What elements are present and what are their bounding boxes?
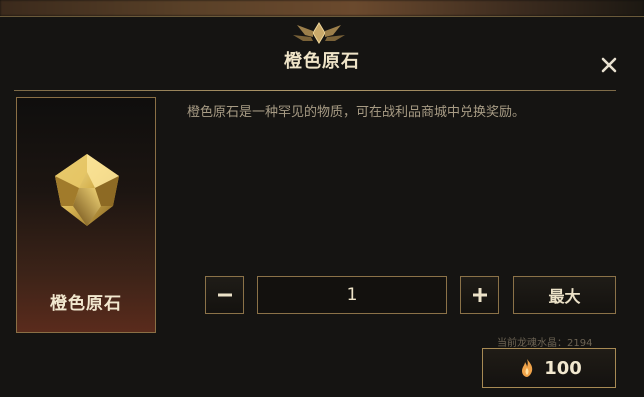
item-description: 橙色原石是一种罕见的物质，可在战利品商城中兑换奖励。 bbox=[187, 105, 526, 120]
item-card: 橙色原石 bbox=[16, 97, 156, 333]
minus-icon bbox=[217, 293, 232, 297]
crest-ornament-icon bbox=[293, 22, 345, 44]
decrease-quantity-button[interactable] bbox=[205, 276, 244, 314]
close-icon[interactable] bbox=[597, 53, 621, 77]
purchase-button[interactable]: 100 bbox=[482, 348, 616, 388]
quantity-input[interactable] bbox=[257, 276, 447, 314]
item-name: 橙色原石 bbox=[50, 294, 122, 314]
currency-balance: 当前龙魂水晶：2194 bbox=[497, 338, 593, 349]
dialog-title: 橙色原石 bbox=[284, 51, 360, 72]
orange-essence-icon bbox=[522, 359, 533, 377]
plus-icon bbox=[472, 288, 487, 302]
title-divider bbox=[14, 90, 616, 91]
max-quantity-button[interactable]: 最大 bbox=[513, 276, 616, 314]
purchase-price: 100 bbox=[544, 357, 582, 379]
top-background-art bbox=[0, 0, 644, 16]
orange-essence-gem-icon bbox=[55, 154, 119, 226]
increase-quantity-button[interactable] bbox=[460, 276, 499, 314]
